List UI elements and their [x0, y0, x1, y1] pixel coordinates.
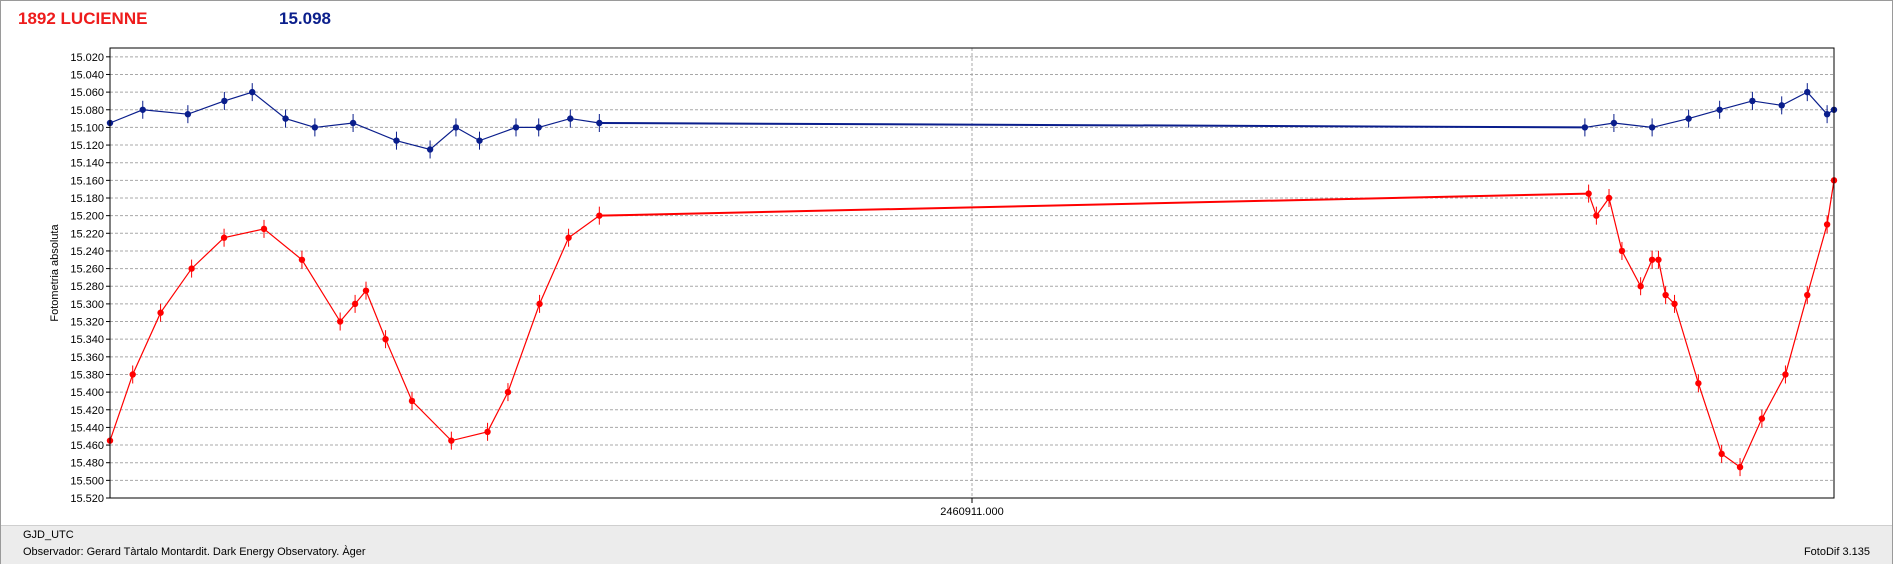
comparison-point	[535, 124, 542, 131]
comparison-point	[349, 119, 357, 127]
target-point	[448, 437, 455, 444]
y-tick-label: 15.240	[70, 246, 104, 258]
y-tick-label: 15.320	[70, 317, 104, 329]
comparison-point	[249, 88, 256, 96]
target-point	[1662, 291, 1669, 299]
y-tick-label: 15.260	[70, 264, 104, 276]
target-point	[408, 397, 416, 405]
y-tick-label: 15.520	[70, 493, 104, 505]
target-point	[1671, 300, 1678, 308]
target-point	[504, 388, 512, 396]
comparison-point	[282, 115, 289, 122]
comparison-point	[567, 115, 574, 122]
comparison-gap-line	[599, 122, 1585, 129]
y-tick-label: 15.180	[70, 193, 104, 205]
y-tick-label: 15.120	[70, 140, 104, 152]
grid-lines	[110, 48, 1834, 499]
y-tick-label: 15.340	[70, 334, 104, 346]
target-point	[129, 371, 136, 378]
target-point	[1655, 256, 1662, 263]
target-point	[336, 318, 344, 325]
comparison-point	[1823, 110, 1831, 118]
y-tick-label: 15.140	[70, 158, 104, 170]
target-point	[1782, 371, 1789, 378]
comparison-point	[393, 137, 400, 144]
target-point	[382, 335, 389, 343]
y-tick-label: 15.020	[70, 52, 104, 64]
y-tick-label: 15.300	[70, 299, 104, 311]
comparison-point	[139, 106, 146, 113]
target-point	[1718, 450, 1725, 458]
comparison-point	[1716, 106, 1723, 113]
y-tick-label: 15.480	[70, 458, 104, 470]
target-point	[1605, 194, 1613, 202]
x-tick-label: 2460911.000	[940, 506, 1003, 518]
y-tick-label: 15.200	[70, 211, 104, 223]
y-tick-label: 15.460	[70, 440, 104, 452]
comparison-point	[426, 146, 434, 153]
target-point	[157, 309, 164, 316]
y-tick-label: 15.040	[70, 69, 104, 81]
target-point	[1736, 463, 1744, 471]
status-footer: GJD_UTC Observador: Gerard Tàrtalo Monta…	[1, 525, 1892, 564]
y-axis-ticks: 15.020 15.040 15.060 15.080 15.100 15.120 15.1…	[70, 52, 110, 505]
target-point	[1823, 221, 1831, 228]
y-tick-label: 15.400	[70, 387, 104, 399]
target-point	[1593, 212, 1600, 219]
target-point	[1618, 247, 1626, 255]
target-point	[188, 265, 195, 272]
y-tick-label: 15.060	[70, 87, 104, 99]
target-point	[1585, 190, 1592, 197]
target-point	[1648, 256, 1656, 263]
comparison-point	[452, 124, 460, 131]
comparison-point	[1685, 115, 1692, 122]
target-point	[298, 256, 306, 263]
target-point	[351, 300, 359, 308]
comparison-point	[512, 124, 520, 131]
comparison-point	[596, 119, 603, 127]
target-line	[109, 215, 600, 442]
target-point	[1637, 283, 1644, 290]
comparison-point	[1778, 102, 1785, 109]
target-point	[596, 212, 603, 219]
y-axis-label: Fotometria absoluta	[49, 224, 61, 322]
target-point	[484, 428, 491, 436]
comparison-point	[1648, 124, 1656, 131]
target-line	[1588, 180, 1835, 469]
target-point	[1758, 415, 1766, 422]
y-tick-label: 15.080	[70, 105, 104, 117]
target-point	[220, 234, 228, 241]
y-tick-label: 15.420	[70, 405, 104, 417]
comparison-point	[1610, 119, 1618, 127]
software-version: FotoDif 3.135	[1803, 546, 1870, 558]
y-tick-label: 15.220	[70, 228, 104, 240]
x-axis-ticks: 2460911.000	[940, 498, 1004, 518]
light-curve-plot: 15.020 15.040 15.060 15.080 15.100 15.120 15.1…	[49, 47, 1838, 518]
target-point	[1695, 380, 1702, 387]
x-axis-label: GJD_UTC	[23, 529, 74, 541]
target-point	[260, 225, 268, 233]
y-tick-label: 15.160	[70, 175, 104, 187]
comparison-point	[1804, 88, 1811, 96]
y-tick-label: 15.360	[70, 352, 104, 364]
comparison-point	[1581, 124, 1589, 131]
y-tick-label: 15.380	[70, 369, 104, 381]
y-tick-label: 15.440	[70, 422, 104, 434]
comparison-point	[184, 110, 192, 118]
target-point	[536, 300, 543, 308]
comparison-point	[311, 124, 319, 131]
target-point	[1804, 291, 1811, 299]
observer-credit: Observador: Gerard Tàrtalo Montardit. Da…	[23, 546, 366, 558]
target-point	[362, 287, 370, 294]
y-tick-label: 15.100	[70, 122, 104, 134]
comparison-point	[476, 137, 483, 144]
comparison-point	[1749, 97, 1756, 105]
y-tick-label: 15.500	[70, 475, 104, 487]
target-point	[565, 234, 572, 241]
comparison-point	[221, 97, 228, 105]
y-tick-label: 15.280	[70, 281, 104, 293]
target-gap-line	[599, 192, 1589, 217]
